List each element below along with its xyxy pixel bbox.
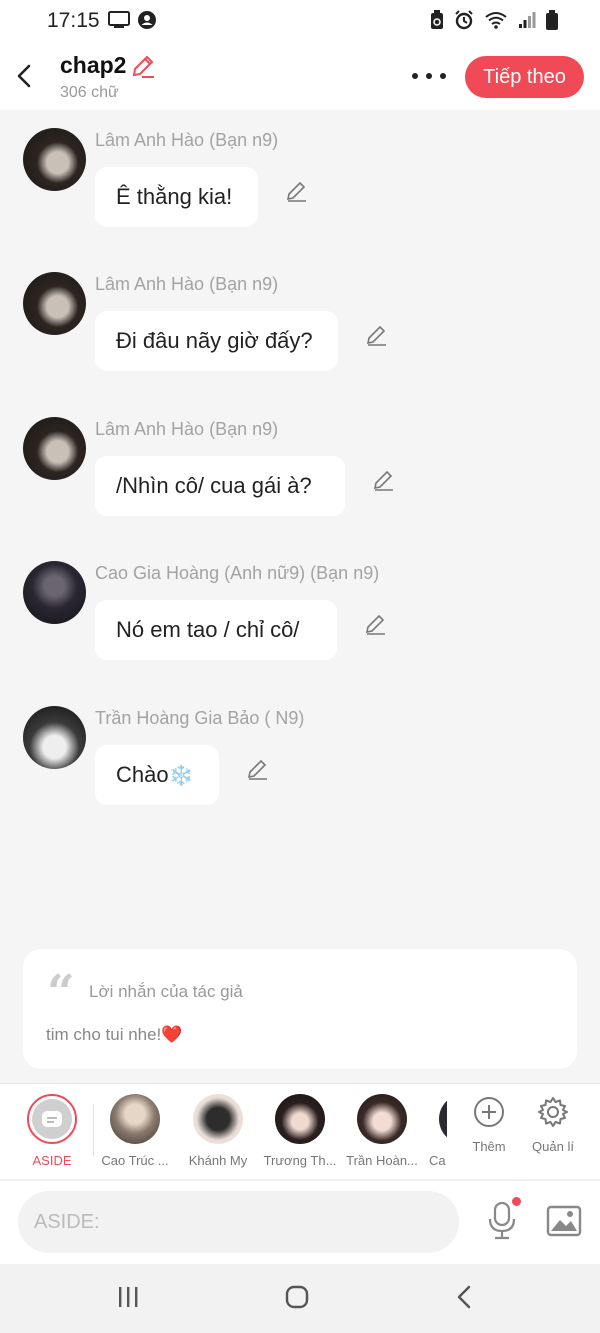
- aside-input[interactable]: [18, 1191, 459, 1253]
- avatar: [357, 1094, 407, 1144]
- word-count: 306 chữ: [60, 84, 119, 101]
- avatar[interactable]: [23, 706, 86, 769]
- character-item[interactable]: Ca: [425, 1094, 447, 1168]
- avatar[interactable]: [23, 128, 86, 191]
- sender-name: Trần Hoàng Gia Bảo ( N9): [95, 708, 305, 728]
- avatar[interactable]: [23, 272, 86, 335]
- avatar[interactable]: [23, 561, 86, 624]
- message-bubble[interactable]: /Nhìn cô/ cua gái à?: [95, 456, 345, 516]
- avatar: [110, 1094, 160, 1144]
- aside-label: ASIDE: [32, 1153, 72, 1168]
- character-name: Ca: [429, 1153, 446, 1168]
- battery-icon: [546, 10, 558, 30]
- manage-label: Quản lí: [532, 1139, 574, 1154]
- chapter-header: chap2 306 chữ Tiếp theo: [0, 44, 600, 110]
- quote-icon: “: [47, 965, 75, 1021]
- character-name: Khánh My: [188, 1153, 248, 1168]
- aside-character[interactable]: ASIDE: [12, 1094, 92, 1168]
- manage-characters-button[interactable]: Quản lí: [513, 1096, 593, 1154]
- character-bar: ASIDE Cao Trúc ... Khánh My Trương Th...…: [0, 1083, 600, 1179]
- status-bar: 17:15: [0, 0, 600, 44]
- recent-apps-icon[interactable]: [117, 1286, 139, 1308]
- back-nav-icon[interactable]: [456, 1285, 472, 1309]
- battery-saver-icon: [431, 10, 443, 29]
- pencil-icon[interactable]: [285, 179, 309, 203]
- sender-name: Lâm Anh Hào (Bạn n9): [95, 130, 279, 150]
- back-button[interactable]: [12, 62, 36, 90]
- pencil-icon[interactable]: [246, 757, 270, 781]
- character-item[interactable]: Trương Th...: [260, 1094, 340, 1168]
- character-name: Cao Trúc ...: [101, 1153, 169, 1168]
- author-note-label: Lời nhắn của tác giả: [89, 982, 243, 1001]
- heart-icon: ❤️: [161, 1025, 183, 1044]
- chat-bubble-icon: [32, 1099, 72, 1139]
- chapter-title[interactable]: chap2: [60, 52, 126, 79]
- message-bubble[interactable]: Đi đâu nãy giờ đấy?: [95, 311, 338, 371]
- input-bar: [0, 1180, 600, 1264]
- navigation-bar: [0, 1264, 600, 1333]
- chevron-left-icon: [17, 64, 31, 88]
- character-item[interactable]: Trần Hoàn...: [342, 1094, 422, 1168]
- wifi-icon: [485, 12, 507, 29]
- character-item[interactable]: Khánh My: [178, 1094, 258, 1168]
- message-bubble[interactable]: Ê thằng kia!: [95, 167, 258, 227]
- recording-indicator: [512, 1197, 521, 1206]
- home-icon[interactable]: [285, 1285, 309, 1309]
- author-note[interactable]: “ Lời nhắn của tác giả tim cho tui nhe!❤…: [23, 949, 577, 1069]
- plus-circle-icon: [474, 1097, 504, 1127]
- sender-name: Cao Gia Hoàng (Anh nữ9) (Bạn n9): [95, 563, 380, 583]
- character-name: Trương Th...: [263, 1153, 337, 1168]
- avatar[interactable]: [23, 417, 86, 480]
- message-bubble[interactable]: Chào ❄️: [95, 745, 219, 805]
- pencil-icon[interactable]: [364, 612, 388, 636]
- next-button[interactable]: Tiếp theo: [465, 56, 584, 98]
- alarm-icon: [455, 10, 473, 30]
- avatar: [439, 1094, 447, 1144]
- pencil-icon[interactable]: [365, 323, 389, 347]
- gear-icon: [538, 1097, 568, 1127]
- signal-icon: [519, 12, 536, 28]
- message-bubble[interactable]: Nó em tao / chỉ cô/: [95, 600, 337, 660]
- account-icon: [138, 11, 156, 29]
- screen-mirror-icon: [108, 11, 130, 28]
- snowflake-icon: ❄️: [168, 764, 194, 787]
- avatar: [193, 1094, 243, 1144]
- sender-name: Lâm Anh Hào (Bạn n9): [95, 419, 279, 439]
- pencil-icon[interactable]: [130, 53, 156, 79]
- avatar: [275, 1094, 325, 1144]
- sender-name: Lâm Anh Hào (Bạn n9): [95, 274, 279, 294]
- status-time: 17:15: [47, 9, 100, 32]
- pencil-icon[interactable]: [372, 468, 396, 492]
- microphone-icon[interactable]: [486, 1201, 518, 1241]
- image-icon[interactable]: [546, 1205, 582, 1237]
- character-item[interactable]: Cao Trúc ...: [95, 1094, 175, 1168]
- character-name: Trần Hoàn...: [346, 1153, 418, 1168]
- author-note-text: tim cho tui nhe!❤️: [46, 1025, 183, 1044]
- more-options-button[interactable]: [412, 66, 446, 86]
